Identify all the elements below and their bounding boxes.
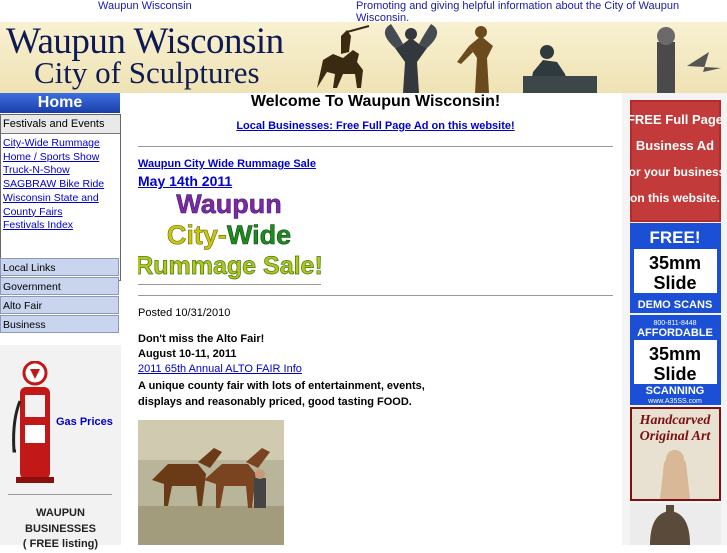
festival-link[interactable]: SAGBRAW Bike Ride: [3, 178, 120, 192]
ad1-line: Business Ad: [636, 138, 714, 153]
sculptures-image: [317, 24, 721, 93]
horse-pull-photo: [138, 420, 284, 545]
nav-item-business[interactable]: Business: [0, 315, 119, 333]
ad3-phone: 800-811-8448: [653, 320, 696, 327]
ad3-afford: AFFORDABLE: [637, 327, 713, 339]
gas-prices-box: Gas Prices WAUPUN BUSINESSES ( FREE list…: [0, 345, 121, 550]
ad3-url: www.A35SS.com: [647, 398, 702, 405]
slide-scan-demo-ad[interactable]: FREE! 35mm Slide DEMO SCANS: [630, 223, 721, 313]
festival-link[interactable]: Wisconsin State and: [3, 192, 120, 206]
ad3-scan: SCANNING: [646, 385, 705, 397]
festivals-list: City-Wide Rummage Home / Sports Show Tru…: [1, 134, 120, 233]
ad2-slide: Slide: [653, 273, 696, 293]
festival-link[interactable]: County Fairs: [3, 206, 120, 220]
festival-link[interactable]: Home / Sports Show: [3, 151, 120, 165]
alto-fair-info-link[interactable]: 2011 65th Annual ALTO FAIR Info: [138, 363, 302, 375]
rummage-sale-link[interactable]: Waupun City Wide Rummage Sale: [138, 158, 316, 170]
businesses-line: WAUPUN: [36, 507, 85, 519]
ad2-free: FREE!: [650, 228, 701, 247]
rummage-line1: Waupun: [176, 189, 281, 219]
site-name-text: Waupun Wisconsin: [98, 0, 192, 12]
divider: [138, 146, 613, 147]
svg-text:City-Wide: City-Wide: [167, 220, 291, 250]
alto-fair-description: A unique county fair with lots of entert…: [138, 380, 425, 408]
divider: [8, 494, 112, 495]
divider: [138, 295, 613, 296]
gas-prices-link[interactable]: Gas Prices: [56, 416, 113, 428]
alto-fair-dates: August 10-11, 2011: [138, 348, 237, 360]
nav-item-alto-fair[interactable]: Alto Fair: [0, 296, 119, 314]
free-business-ad-banner[interactable]: FREE Full Page Business Ad for your busi…: [630, 100, 721, 222]
ad4-line1: Handcarved: [639, 413, 712, 428]
nav-item-government[interactable]: Government: [0, 277, 119, 295]
festivals-heading: Festivals and Events: [1, 115, 120, 134]
businesses-line: BUSINESSES: [25, 522, 96, 535]
liberty-bell-ad[interactable]: [630, 503, 721, 545]
rummage-line3: Rummage Sale!: [138, 252, 321, 280]
gas-pump-icon[interactable]: [12, 361, 58, 485]
posted-date: Posted 10/31/2010: [138, 307, 231, 319]
top-bar: Waupun Wisconsin Promoting and giving he…: [0, 0, 727, 24]
ad2-demo: DEMO SCANS: [638, 299, 713, 311]
rummage-line2-city: City: [167, 220, 218, 250]
home-button[interactable]: Home: [0, 93, 120, 113]
ad3-slide: Slide: [653, 364, 696, 384]
header-banner: Waupun Wisconsin City of Sculptures: [0, 22, 727, 93]
affordable-scanning-ad[interactable]: 800-811-8448 AFFORDABLE 35mm Slide SCANN…: [630, 315, 721, 405]
alto-fair-headline: Don't miss the Alto Fair!: [138, 333, 265, 345]
main-content: Welcome To Waupun Wisconsin! Local Busin…: [138, 93, 613, 545]
ad1-line: for your business: [630, 165, 721, 179]
rummage-date-link[interactable]: May 14th 2011: [138, 173, 232, 189]
festivals-box: Festivals and Events City-Wide Rummage H…: [0, 114, 121, 281]
nav-item-local-links[interactable]: Local Links: [0, 258, 119, 276]
ad1-line: on this website.: [630, 191, 720, 205]
handcarved-art-ad[interactable]: Handcarved Original Art: [630, 407, 721, 501]
ad1-line: FREE Full Page: [630, 112, 721, 127]
festival-link[interactable]: Truck-N-Show: [3, 164, 120, 178]
ad3-size: 35mm: [649, 344, 701, 364]
banner-subtitle: City of Sculptures: [34, 55, 260, 90]
page-title: Welcome To Waupun Wisconsin!: [250, 93, 501, 110]
left-navigation: Home Festivals and Events City-Wide Rumm…: [0, 93, 122, 550]
site-tagline-text: Promoting and giving helpful information…: [356, 0, 680, 24]
right-ad-column: FREE Full Page Business Ad for your busi…: [622, 93, 727, 545]
rummage-line2-dash: -: [218, 220, 227, 250]
festival-link[interactable]: City-Wide Rummage: [3, 137, 120, 151]
businesses-heading[interactable]: WAUPUN BUSINESSES ( FREE listing): [0, 506, 121, 553]
ad2-size: 35mm: [649, 253, 701, 273]
rummage-sale-graphic[interactable]: Waupun City-Wide Rummage Sale!: [138, 189, 321, 283]
rummage-line2-wide: Wide: [227, 220, 291, 250]
ad4-line2: Original Art: [640, 429, 712, 444]
divider: [138, 284, 321, 285]
festival-link[interactable]: Festivals Index: [3, 219, 120, 233]
business-ad-link[interactable]: Local Businesses: Free Full Page Ad on t…: [236, 120, 514, 132]
